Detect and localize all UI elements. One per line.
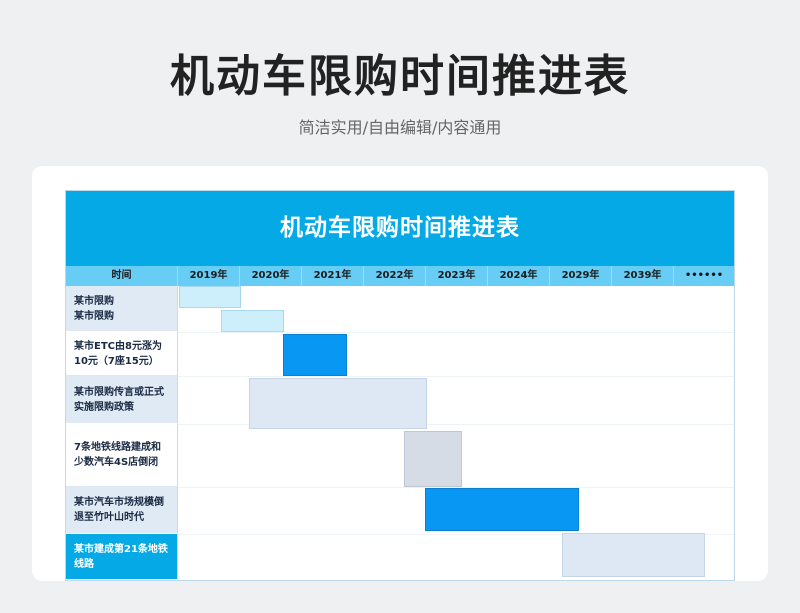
gantt-bar[interactable] — [404, 431, 462, 487]
gantt-bar[interactable] — [249, 378, 427, 429]
gantt-bar[interactable] — [425, 488, 579, 531]
axis-label: 时间 — [66, 266, 178, 286]
row-label: 7条地铁线路建成和少数汽车4S店倒闭 — [66, 424, 178, 487]
sheet-title: 机动车限购时间推进表 — [66, 191, 734, 266]
row-divider — [178, 376, 734, 377]
row-label: 某市ETC由8元涨为10元（7座15元） — [66, 332, 178, 376]
gantt-bar[interactable] — [221, 310, 284, 332]
row-divider — [178, 332, 734, 333]
row-label: 某市限购 某市限购 — [66, 286, 178, 332]
row-label-highlighted: 某市建成第21条地铁线路 — [66, 534, 178, 580]
page-subtitle: 简洁实用/自由编辑/内容通用 — [298, 118, 502, 137]
axis-year-more: •••••• — [684, 270, 724, 281]
axis-year: 2039年 — [612, 266, 674, 286]
gantt-sheet: 机动车限购时间推进表 时间 2019年 2020年 2021年 2022年 20… — [65, 190, 735, 581]
timeline-axis: 时间 2019年 2020年 2021年 2022年 2023年 2024年 2… — [66, 266, 734, 286]
axis-year: 2029年 — [550, 266, 612, 286]
gantt-bar[interactable] — [179, 286, 241, 308]
gantt-bar[interactable] — [562, 533, 705, 577]
row-label: 某市汽车市场规模倒退至竹叶山时代 — [66, 487, 178, 534]
row-label: 某市限购传言或正式实施限购政策 — [66, 376, 178, 424]
axis-year: 2024年 — [488, 266, 550, 286]
axis-year: 2020年 — [240, 266, 302, 286]
page-title: 机动车限购时间推进表 — [170, 51, 630, 102]
axis-year: 2023年 — [426, 266, 488, 286]
axis-year: 2022年 — [364, 266, 426, 286]
axis-year: 2021年 — [302, 266, 364, 286]
gantt-bar[interactable] — [283, 334, 347, 376]
axis-year: 2019年 — [178, 266, 240, 286]
